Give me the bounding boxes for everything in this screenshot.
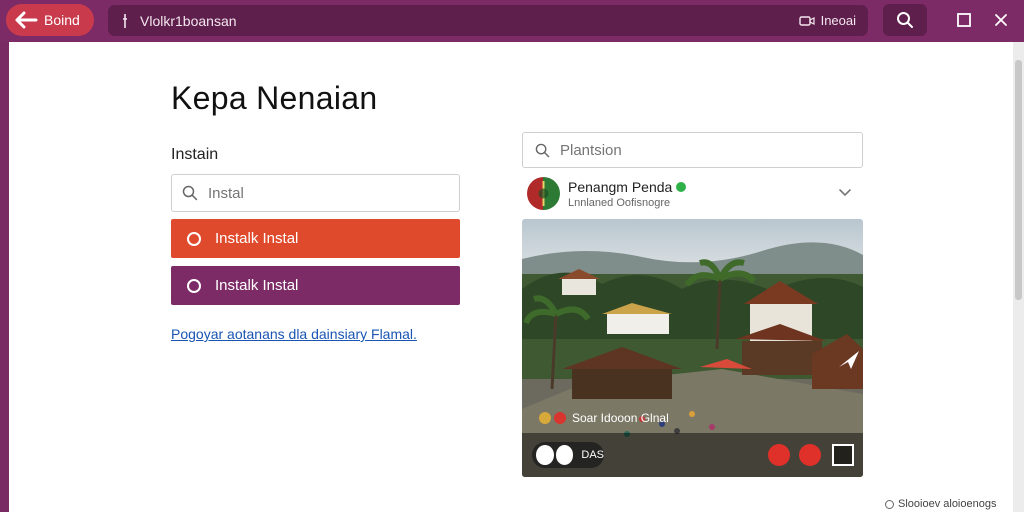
back-button-label: Boind [44,12,80,28]
right-search-input[interactable] [560,141,790,159]
close-button[interactable] [987,6,1015,34]
profile-subtitle: Lnnlaned Oofisnogre [568,197,671,209]
install-button-primary-label: Instalk Instal [215,230,299,247]
address-bar-action[interactable]: Ineoai [798,5,856,36]
bolt-icon [123,13,127,28]
verified-icon [676,182,687,192]
footer-note: Slooioev aloioenogs [885,498,996,510]
scrollbar[interactable] [1013,42,1024,512]
search-icon [535,143,550,157]
close-icon [995,14,1007,26]
avatar-image [527,177,560,210]
page-content: Kepa Nenaian Instain Instalk Instal Inst… [9,42,1013,512]
share-icon-graphic [839,351,859,369]
install-search-field[interactable] [171,174,460,212]
chevron-down-icon[interactable] [837,186,853,198]
arrow-left-icon [15,11,38,29]
install-search-input[interactable] [208,184,438,202]
stop-button[interactable] [799,444,821,466]
address-text: Vlolkr1boansan [140,12,237,29]
search-icon [182,185,198,201]
footer-note-text: Slooioev aloioenogs [898,498,997,510]
search-button[interactable] [883,4,927,36]
right-search-field[interactable] [522,132,863,168]
record-button[interactable] [768,444,790,466]
address-bar[interactable]: Vlolkr1boansan Ineoai [108,5,868,36]
mic-icon [536,445,554,465]
ring-icon [187,278,201,293]
title-bar: Boind Vlolkr1boansan Ineoai [0,0,1024,42]
install-button-primary[interactable]: Instalk Instal [171,219,460,258]
page-title: Kepa Nenaian [171,80,378,116]
scroll-thumb[interactable] [1015,60,1022,300]
share-icon[interactable] [836,347,862,373]
profile-name-text: Penangm Penda [568,179,673,195]
profile-name[interactable]: Penangm Penda [568,179,687,195]
section-label: Instain [171,146,219,163]
maximize-icon [957,13,971,27]
info-icon [885,499,894,509]
address-bar-action-label: Ineoai [820,13,856,28]
fullscreen-button[interactable] [832,444,854,466]
camera-icon [798,15,815,26]
install-button-secondary[interactable]: Instalk Instal [171,266,460,305]
record-dot-icon [554,412,566,424]
audio-controls-label: DAS [581,449,604,461]
media-control-bar: DAS [522,433,863,477]
maximize-button[interactable] [950,6,978,34]
back-button[interactable]: Boind [6,4,94,36]
ring-icon [187,231,201,246]
photo-caption: Soar Idooon Glnal [539,411,669,425]
help-link[interactable]: Pogoyar aotanans dla dainsiary Flamal. [171,326,417,342]
speaker-icon [555,445,574,465]
avatar[interactable] [527,177,560,210]
post-photo[interactable]: Soar Idooon Glnal DAS [522,219,863,477]
audio-controls[interactable]: DAS [532,442,604,468]
install-button-secondary-label: Instalk Instal [215,277,299,294]
badge-icon [539,412,551,424]
photo-caption-text: Soar Idooon Glnal [572,411,669,425]
search-icon [897,12,913,28]
